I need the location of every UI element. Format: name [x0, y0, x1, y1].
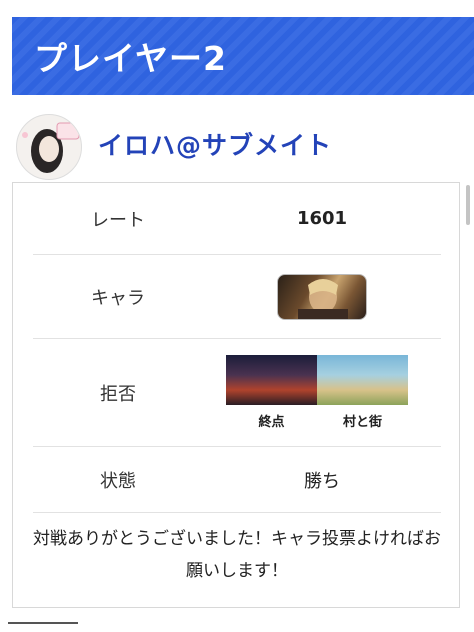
status-value: 勝ち	[304, 470, 340, 492]
next-section-divider	[8, 622, 78, 632]
rate-label: レート	[91, 209, 145, 231]
rate-value: 1601	[296, 208, 348, 229]
player-name[interactable]: イロハ@サブメイト	[98, 126, 332, 162]
avatar[interactable]	[16, 114, 82, 180]
character-thumbnail	[277, 273, 367, 320]
banned-stage: 終点	[226, 355, 317, 430]
ban-label: 拒否	[100, 383, 136, 405]
player-info: イロハ@サブメイト	[12, 110, 474, 182]
scrollbar[interactable]	[466, 185, 470, 225]
status-row: 状態 勝ち	[33, 447, 441, 513]
banned-stage: 村と街	[317, 355, 408, 430]
character-label: キャラ	[91, 287, 145, 309]
banned-stages-list: 終点 村と街	[226, 355, 408, 430]
banned-stages-row: 拒否 終点 村と街	[33, 339, 441, 447]
rate-row: レート 1601	[33, 183, 441, 255]
player-header: プレイヤー2	[12, 17, 474, 95]
comment-text: 対戦ありがとうございました！キャラ投票よければお願いします！	[33, 529, 441, 581]
stage-thumbnail	[226, 355, 317, 405]
stage-name: 終点	[258, 415, 285, 430]
status-label: 状態	[100, 470, 136, 492]
stage-name: 村と街	[342, 415, 382, 430]
stage-thumbnail	[317, 355, 408, 405]
match-card: レート 1601 キャラ 拒否 終点 村と街 状態 勝ち 対戦ありがとうございま…	[12, 182, 460, 608]
character-row: キャラ	[33, 255, 441, 339]
header-title: プレイヤー2	[34, 39, 227, 78]
